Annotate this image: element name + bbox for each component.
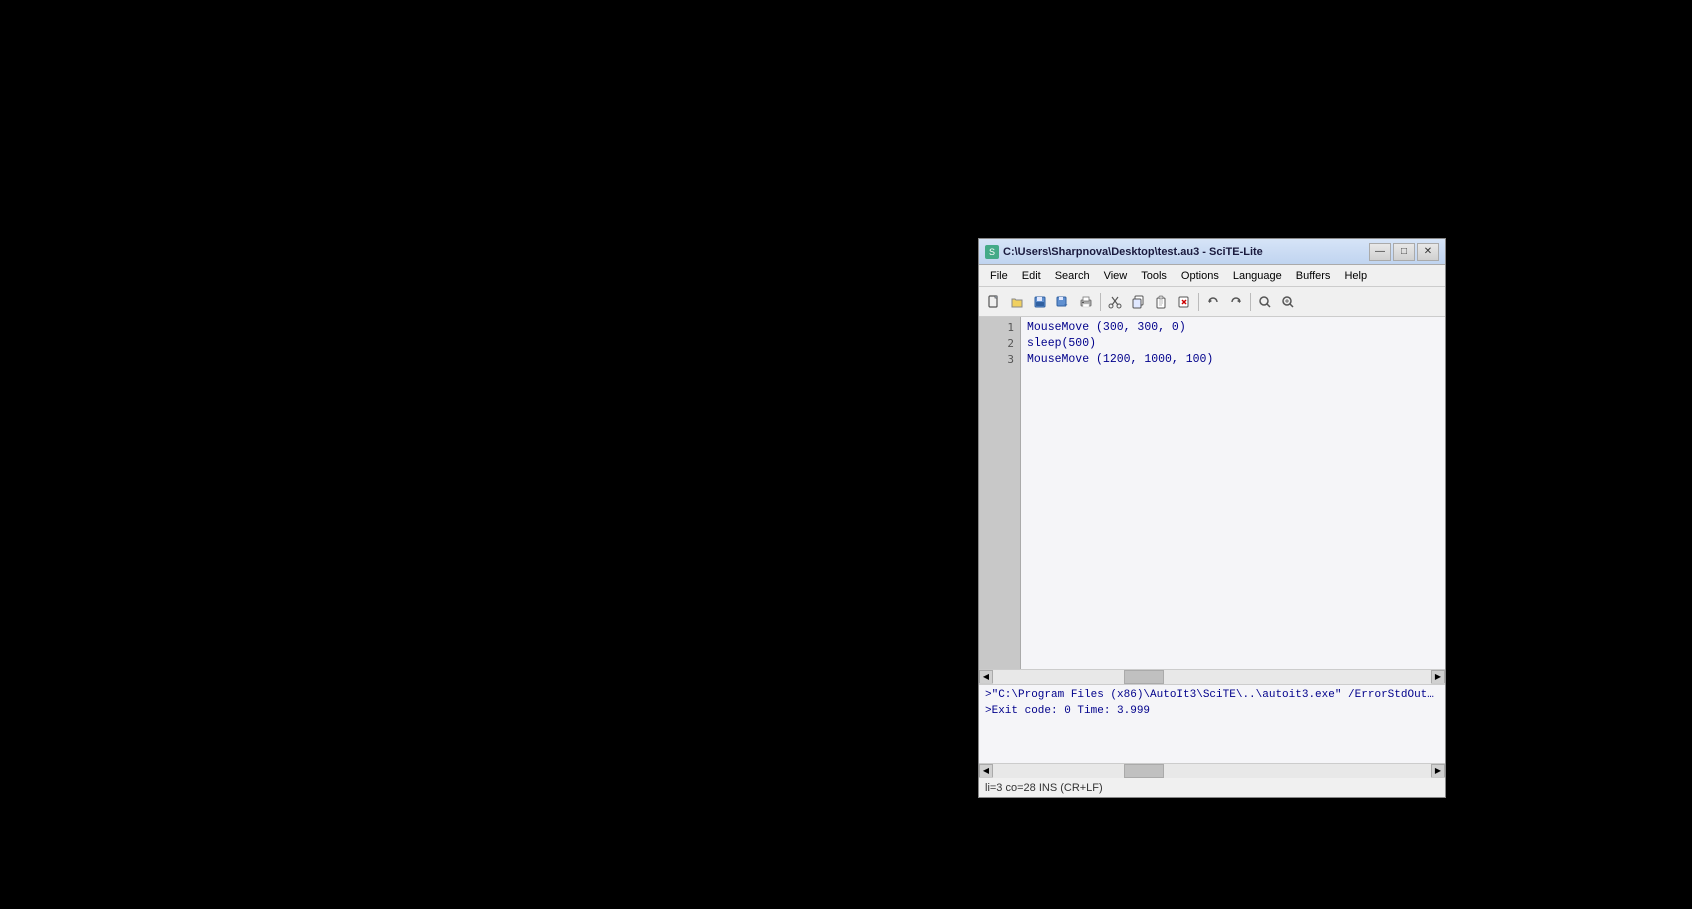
redo-button[interactable] [1225,291,1247,313]
hscroll-track[interactable] [993,670,1431,684]
menu-options[interactable]: Options [1174,268,1226,284]
menu-tools[interactable]: Tools [1134,268,1174,284]
menu-buffers[interactable]: Buffers [1289,268,1338,284]
toolbar-sep-2 [1198,293,1199,311]
output-line-2: >Exit code: 0 Time: 3.999 [985,703,1439,719]
menu-help[interactable]: Help [1337,268,1374,284]
hscroll2-thumb[interactable] [1124,764,1164,778]
hscroll-area: ◀ ▶ [979,669,1445,683]
find-icon [1258,295,1272,309]
maximize-button[interactable]: □ [1393,243,1415,261]
menu-bar: File Edit Search View Tools Options Lang… [979,265,1445,287]
toolbar-sep-1 [1100,293,1101,311]
editor-area: 1 2 3 MouseMove (300, 300, 0) sleep(500)… [979,317,1445,669]
code-text-2: sleep(500) [1027,337,1096,350]
redo-icon [1229,295,1243,309]
find-in-files-icon [1281,295,1295,309]
code-text-1: MouseMove (300, 300, 0) [1027,321,1186,334]
hscroll-right-button[interactable]: ▶ [1431,670,1445,684]
hscroll2-track[interactable] [993,764,1431,778]
paste-icon [1154,295,1168,309]
find-button[interactable] [1254,291,1276,313]
undo-button[interactable] [1202,291,1224,313]
output-panel: >"C:\Program Files (x86)\AutoIt3\SciTE\.… [979,683,1445,763]
open-icon [1010,295,1024,309]
close-button[interactable]: ✕ [1417,243,1439,261]
toolbar: + [979,287,1445,317]
code-text-3: MouseMove (1200, 1000, 100) [1027,353,1213,366]
save-as-button[interactable]: + [1052,291,1074,313]
copy-button[interactable] [1127,291,1149,313]
find-in-files-button[interactable] [1277,291,1299,313]
code-line-1: MouseMove (300, 300, 0) [1027,319,1439,335]
new-button[interactable] [983,291,1005,313]
print-button[interactable] [1075,291,1097,313]
title-text: C:\Users\Sharpnova\Desktop\test.au3 - Sc… [1003,246,1263,258]
cut-button[interactable] [1104,291,1126,313]
cut-icon [1108,295,1122,309]
window-controls: — □ ✕ [1369,243,1439,261]
svg-text:+: + [1064,303,1068,309]
hscroll-thumb[interactable] [1124,670,1164,684]
hscroll2-left-button[interactable]: ◀ [979,764,993,778]
print-icon [1079,295,1093,309]
title-bar-left: S C:\Users\Sharpnova\Desktop\test.au3 - … [985,245,1263,259]
save-icon [1033,295,1047,309]
undo-icon [1206,295,1220,309]
status-text: li=3 co=28 INS (CR+LF) [985,782,1103,794]
line-num-2: 2 [979,335,1020,351]
menu-view[interactable]: View [1097,268,1135,284]
menu-edit[interactable]: Edit [1015,268,1048,284]
menu-search[interactable]: Search [1048,268,1097,284]
close-file-button[interactable] [1173,291,1195,313]
title-bar: S C:\Users\Sharpnova\Desktop\test.au3 - … [979,239,1445,265]
close-file-icon [1177,295,1191,309]
save-button[interactable] [1029,291,1051,313]
save-as-icon: + [1056,295,1070,309]
window-icon: S [985,245,999,259]
code-line-3: MouseMove (1200, 1000, 100) [1027,351,1439,367]
line-numbers: 1 2 3 [979,317,1021,669]
output-content: >"C:\Program Files (x86)\AutoIt3\SciTE\.… [979,685,1445,721]
code-line-2: sleep(500) [1027,335,1439,351]
scite-window: S C:\Users\Sharpnova\Desktop\test.au3 - … [978,238,1446,798]
copy-icon [1131,295,1145,309]
hscroll-area2: ◀ ▶ [979,763,1445,777]
output-line-1: >"C:\Program Files (x86)\AutoIt3\SciTE\.… [985,687,1439,703]
hscroll-left-button[interactable]: ◀ [979,670,993,684]
line-num-3: 3 [979,351,1020,367]
open-button[interactable] [1006,291,1028,313]
paste-button[interactable] [1150,291,1172,313]
minimize-button[interactable]: — [1369,243,1391,261]
new-icon [987,295,1001,309]
menu-file[interactable]: File [983,268,1015,284]
hscroll2-right-button[interactable]: ▶ [1431,764,1445,778]
line-num-1: 1 [979,319,1020,335]
status-bar: li=3 co=28 INS (CR+LF) [979,777,1445,797]
menu-language[interactable]: Language [1226,268,1289,284]
toolbar-sep-3 [1250,293,1251,311]
code-area[interactable]: MouseMove (300, 300, 0) sleep(500) Mouse… [1021,317,1445,669]
